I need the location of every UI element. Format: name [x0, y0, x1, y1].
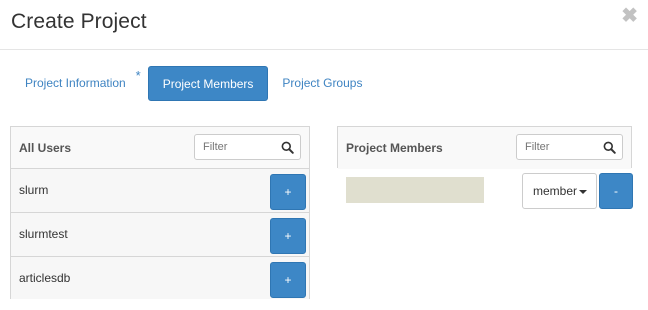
user-name: slurm: [19, 183, 49, 197]
modal-header: Create Project ✖: [0, 0, 648, 50]
project-members-filter[interactable]: [516, 134, 623, 160]
user-row: slurmtest +: [11, 213, 309, 257]
add-user-button[interactable]: +: [270, 262, 306, 298]
project-members-title: Project Members: [346, 141, 443, 155]
tab-label: Project Information: [25, 76, 126, 90]
tab-project-information[interactable]: Project Information *: [11, 66, 148, 101]
caret-down-icon: [579, 190, 587, 194]
modal-title: Create Project: [11, 10, 147, 33]
user-row: articlesdb +: [11, 257, 309, 299]
member-row: member -: [337, 168, 633, 212]
search-icon[interactable]: [281, 141, 294, 154]
role-selected-value: member: [533, 184, 578, 198]
all-users-filter-input[interactable]: [203, 141, 273, 153]
all-users-panel: All Users slurm + slurmtest + articlesdb…: [10, 126, 310, 299]
all-users-filter[interactable]: [194, 134, 301, 160]
add-user-button[interactable]: +: [270, 174, 306, 210]
tab-label: Project Groups: [282, 76, 363, 90]
member-name-placeholder: [346, 177, 484, 203]
search-icon[interactable]: [603, 141, 616, 154]
role-dropdown[interactable]: member: [522, 173, 597, 209]
project-members-filter-input[interactable]: [525, 141, 595, 153]
user-name: articlesdb: [19, 271, 71, 285]
wizard-tabs: Project Information * Project Members Pr…: [11, 66, 376, 101]
required-mark: *: [135, 68, 141, 83]
close-icon[interactable]: ✖: [621, 6, 638, 26]
user-name: slurmtest: [19, 227, 68, 241]
project-members-panel: Project Members: [337, 126, 632, 169]
remove-member-button[interactable]: -: [599, 173, 633, 209]
tab-label: Project Members: [162, 77, 254, 91]
user-row: slurm +: [11, 169, 309, 213]
add-user-button[interactable]: +: [270, 218, 306, 254]
all-users-header: All Users: [11, 127, 309, 169]
project-members-header: Project Members: [338, 127, 631, 169]
tab-project-members[interactable]: Project Members: [147, 66, 269, 101]
all-users-title: All Users: [19, 141, 72, 155]
tab-project-groups[interactable]: Project Groups: [268, 66, 376, 101]
